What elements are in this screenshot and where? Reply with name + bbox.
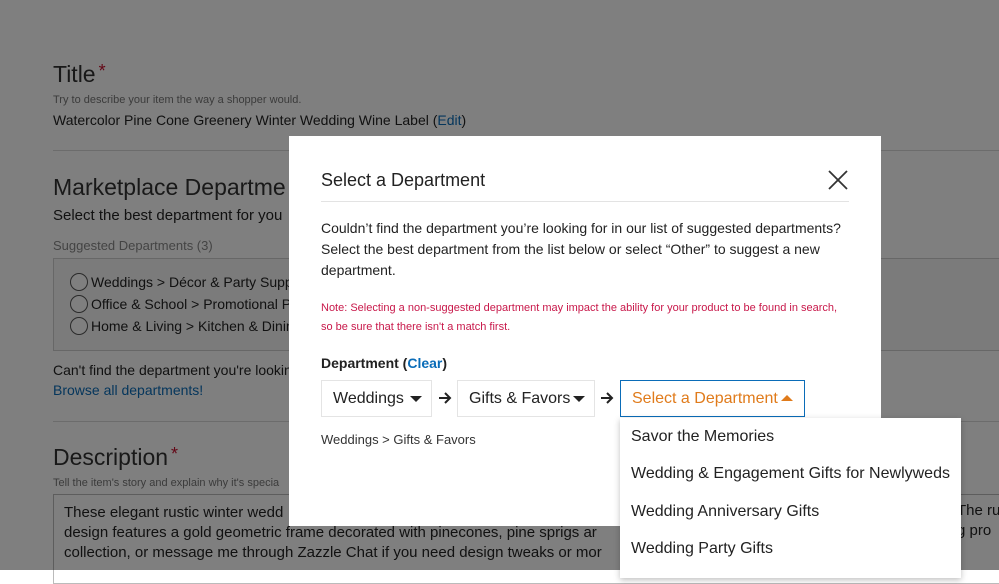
department-label: Department (Clear): [321, 355, 447, 371]
dropdown-option[interactable]: Savor the Memories: [631, 428, 774, 446]
close-icon[interactable]: [826, 168, 850, 192]
modal-divider: [321, 201, 849, 202]
select-value: Gifts & Favors: [469, 389, 571, 407]
modal-description: Couldn’t find the department you’re look…: [321, 220, 841, 278]
dropdown-option[interactable]: Wedding Anniversary Gifts: [631, 503, 819, 521]
modal-note: Note: Selecting a non-suggested departme…: [321, 302, 838, 333]
dropdown-option[interactable]: Wedding & Engagement Gifts for Newlyweds: [631, 465, 950, 483]
clear-link[interactable]: Clear: [407, 355, 442, 371]
department-select-level-1[interactable]: Weddings: [321, 380, 432, 417]
chevron-up-icon: [781, 395, 793, 401]
dropdown-option[interactable]: Wedding Party Gifts: [631, 540, 773, 558]
select-value: Select a Department: [632, 389, 778, 407]
close-icon-glyph: [828, 170, 848, 190]
chevron-down-icon: [410, 396, 422, 402]
department-dropdown-list: Savor the Memories Wedding & Engagement …: [620, 418, 961, 578]
modal-title: Select a Department: [321, 170, 486, 190]
arrow-right-icon: [439, 392, 452, 404]
arrow-right-icon: [601, 392, 614, 404]
chevron-down-icon: [573, 396, 585, 402]
department-label-close: ): [442, 355, 448, 371]
department-label-text: Department (: [321, 355, 408, 371]
department-breadcrumb: Weddings > Gifts & Favors: [321, 432, 476, 447]
department-select-level-3[interactable]: Select a Department: [620, 380, 805, 417]
select-value: Weddings: [333, 389, 404, 407]
department-select-level-2[interactable]: Gifts & Favors: [457, 380, 595, 417]
